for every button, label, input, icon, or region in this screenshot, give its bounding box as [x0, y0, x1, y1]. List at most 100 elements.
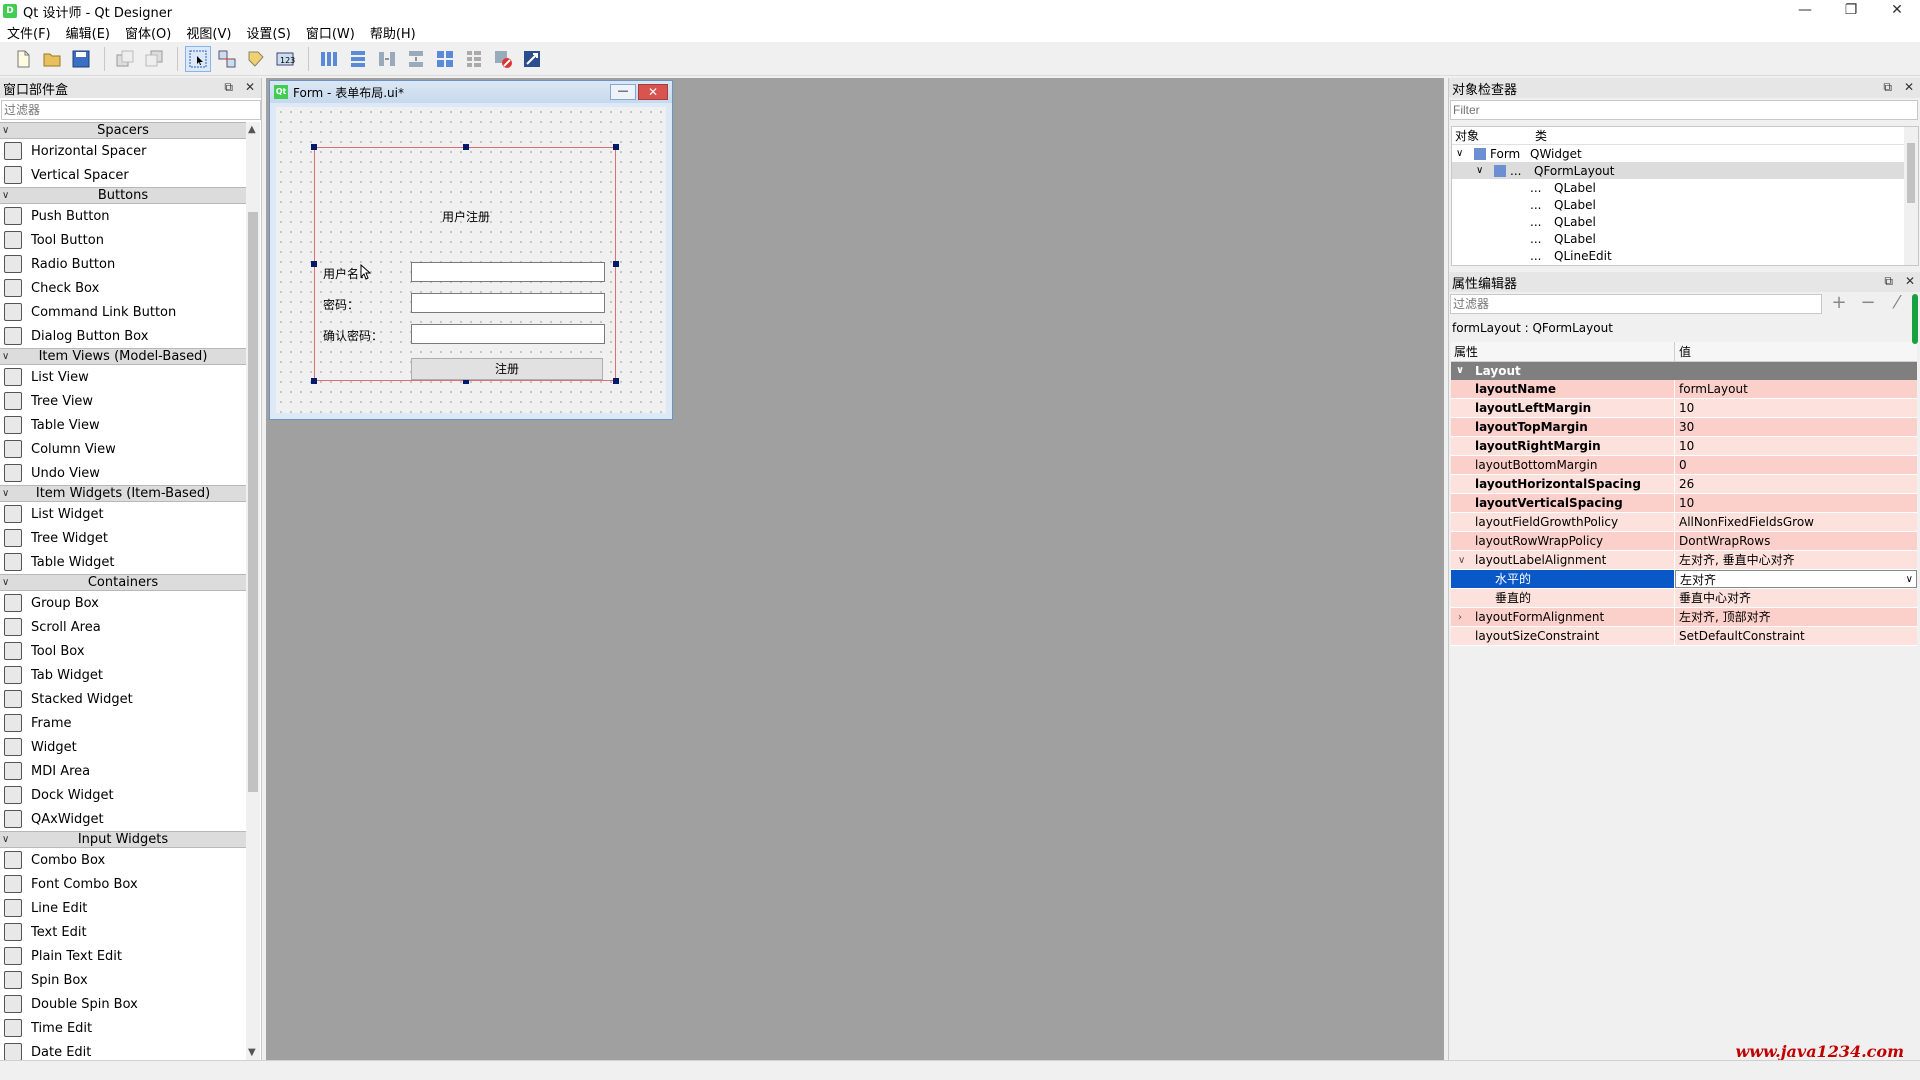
- resize-handle[interactable]: [613, 378, 619, 384]
- widget-box-filter-input[interactable]: [1, 100, 261, 120]
- column-header-object[interactable]: 对象: [1452, 127, 1532, 144]
- menu-item[interactable]: 编辑(E): [59, 23, 118, 42]
- widget-item[interactable]: Check Box: [0, 276, 246, 300]
- menu-item[interactable]: 帮助(H): [363, 23, 424, 42]
- form-window[interactable]: Qt Form - 表单布局.ui* — ✕ 用户注册 用户名： 密码： 确认密…: [269, 80, 673, 420]
- form-canvas[interactable]: 用户注册 用户名： 密码： 确认密码： 注册: [276, 107, 666, 413]
- widget-item[interactable]: Plain Text Edit: [0, 944, 246, 968]
- float-icon[interactable]: ⧉: [1884, 274, 1893, 289]
- menu-item[interactable]: 窗口(W): [299, 23, 363, 42]
- form-layout-frame[interactable]: 用户注册 用户名： 密码： 确认密码： 注册: [311, 144, 619, 384]
- username-input[interactable]: [411, 262, 605, 282]
- chevron-down-icon[interactable]: ∨: [2, 575, 9, 590]
- close-icon[interactable]: ✕: [1904, 80, 1914, 95]
- chevron-down-icon[interactable]: ∨: [1476, 165, 1490, 176]
- property-row[interactable]: layoutVerticalSpacing 10: [1451, 494, 1917, 513]
- widget-item[interactable]: Dock Widget: [0, 783, 246, 807]
- widget-item[interactable]: Tab Widget: [0, 663, 246, 687]
- widget-item[interactable]: List Widget: [0, 502, 246, 526]
- chevron-down-icon[interactable]: ∨: [1456, 148, 1470, 159]
- property-value[interactable]: 左对齐: [1675, 570, 1917, 588]
- widget-item[interactable]: MDI Area: [0, 759, 246, 783]
- add-property-icon[interactable]: +: [1826, 294, 1852, 314]
- property-row[interactable]: layoutRowWrapPolicy DontWrapRows: [1451, 532, 1917, 551]
- chevron-down-icon[interactable]: ∨: [2, 188, 9, 203]
- menu-item[interactable]: 文件(F): [0, 23, 59, 42]
- widget-category[interactable]: ∨ Item Widgets (Item-Based): [0, 485, 246, 502]
- widget-item[interactable]: Push Button: [0, 204, 246, 228]
- layout-horizontal-button[interactable]: [316, 46, 342, 72]
- column-header-property[interactable]: 属性: [1451, 342, 1675, 361]
- widget-item[interactable]: Tool Box: [0, 639, 246, 663]
- widget-item[interactable]: Spin Box: [0, 968, 246, 992]
- object-inspector-filter-input[interactable]: [1450, 100, 1918, 120]
- widget-item[interactable]: Font Combo Box: [0, 872, 246, 896]
- widget-item[interactable]: Line Edit: [0, 896, 246, 920]
- property-row[interactable]: layoutBottomMargin 0: [1451, 456, 1917, 475]
- property-row[interactable]: layoutTopMargin 30: [1451, 418, 1917, 437]
- resize-handle[interactable]: [463, 144, 469, 150]
- widget-item[interactable]: Dialog Button Box: [0, 324, 246, 348]
- send-back-button[interactable]: [112, 46, 138, 72]
- tree-row[interactable]: ... QLabel: [1452, 230, 1918, 247]
- resize-handle[interactable]: [311, 144, 317, 150]
- close-icon[interactable]: ✕: [1905, 274, 1915, 289]
- scroll-down-icon[interactable]: ▼: [248, 1047, 256, 1058]
- layout-v-splitter-button[interactable]: [403, 46, 429, 72]
- widget-category[interactable]: ∨ Spacers: [0, 122, 246, 139]
- property-group-layout[interactable]: ∨ Layout: [1451, 362, 1917, 380]
- widget-item[interactable]: Table View: [0, 413, 246, 437]
- resize-handle[interactable]: [613, 144, 619, 150]
- layout-vertical-button[interactable]: [345, 46, 371, 72]
- widget-item[interactable]: Vertical Spacer: [0, 163, 246, 187]
- widget-item[interactable]: Command Link Button: [0, 300, 246, 324]
- property-value[interactable]: 10: [1675, 494, 1917, 512]
- property-row[interactable]: 垂直的 垂直中心对齐: [1451, 589, 1917, 608]
- property-value[interactable]: formLayout: [1675, 380, 1917, 398]
- property-row[interactable]: › layoutFormAlignment 左对齐, 顶部对齐: [1451, 608, 1917, 627]
- float-icon[interactable]: ⧉: [1883, 80, 1892, 95]
- property-row[interactable]: ∨ layoutLabelAlignment 左对齐, 垂直中心对齐: [1451, 551, 1917, 570]
- widget-box-scrollbar[interactable]: ▲ ▼: [246, 122, 260, 1060]
- column-header-class[interactable]: 类: [1532, 127, 1547, 144]
- widget-item[interactable]: Combo Box: [0, 848, 246, 872]
- break-layout-button[interactable]: [490, 46, 516, 72]
- property-editor-scrollbar[interactable]: [1909, 294, 1920, 354]
- property-value[interactable]: 左对齐, 垂直中心对齐: [1675, 551, 1917, 569]
- widget-item[interactable]: Widget: [0, 735, 246, 759]
- password-label[interactable]: 密码：: [323, 296, 359, 313]
- tree-row[interactable]: ... QLabel: [1452, 196, 1918, 213]
- widget-item[interactable]: Group Box: [0, 591, 246, 615]
- chevron-down-icon[interactable]: ∨: [2, 832, 9, 847]
- resize-handle[interactable]: [613, 261, 619, 267]
- property-value[interactable]: AllNonFixedFieldsGrow: [1675, 513, 1917, 531]
- bring-front-button[interactable]: [141, 46, 167, 72]
- property-row[interactable]: 水平的 左对齐 ∨: [1451, 570, 1917, 589]
- chevron-down-icon[interactable]: ∨: [2, 349, 9, 364]
- close-button[interactable]: ✕: [1874, 0, 1920, 22]
- widget-item[interactable]: Column View: [0, 437, 246, 461]
- tree-row[interactable]: ... QLineEdit: [1452, 247, 1918, 264]
- tree-row[interactable]: ... QLabel: [1452, 213, 1918, 230]
- property-row[interactable]: layoutFieldGrowthPolicy AllNonFixedFields…: [1451, 513, 1917, 532]
- menu-item[interactable]: 窗体(O): [118, 23, 179, 42]
- property-row[interactable]: layoutName formLayout: [1451, 380, 1917, 399]
- scroll-up-icon[interactable]: ▲: [248, 124, 256, 135]
- form-close-button[interactable]: ✕: [638, 84, 668, 100]
- property-value[interactable]: SetDefaultConstraint: [1675, 627, 1917, 645]
- restore-button[interactable]: ❐: [1828, 0, 1874, 22]
- property-row[interactable]: layoutHorizontalSpacing 26: [1451, 475, 1917, 494]
- configure-icon[interactable]: ⁄: [1884, 294, 1910, 314]
- open-file-button[interactable]: [39, 46, 65, 72]
- adjust-size-button[interactable]: [519, 46, 545, 72]
- property-value[interactable]: 0: [1675, 456, 1917, 474]
- widget-category[interactable]: ∨ Item Views (Model-Based): [0, 348, 246, 365]
- form-heading-label[interactable]: 用户注册: [315, 208, 617, 225]
- chevron-down-icon[interactable]: ∨: [1456, 362, 1464, 380]
- resize-handle[interactable]: [311, 261, 317, 267]
- remove-property-icon[interactable]: −: [1855, 294, 1881, 314]
- property-row[interactable]: layoutRightMargin 10: [1451, 437, 1917, 456]
- widget-item[interactable]: QAxWidget: [0, 807, 246, 831]
- scrollbar-thumb[interactable]: [1912, 294, 1918, 344]
- chevron-down-icon[interactable]: ∨: [2, 123, 9, 138]
